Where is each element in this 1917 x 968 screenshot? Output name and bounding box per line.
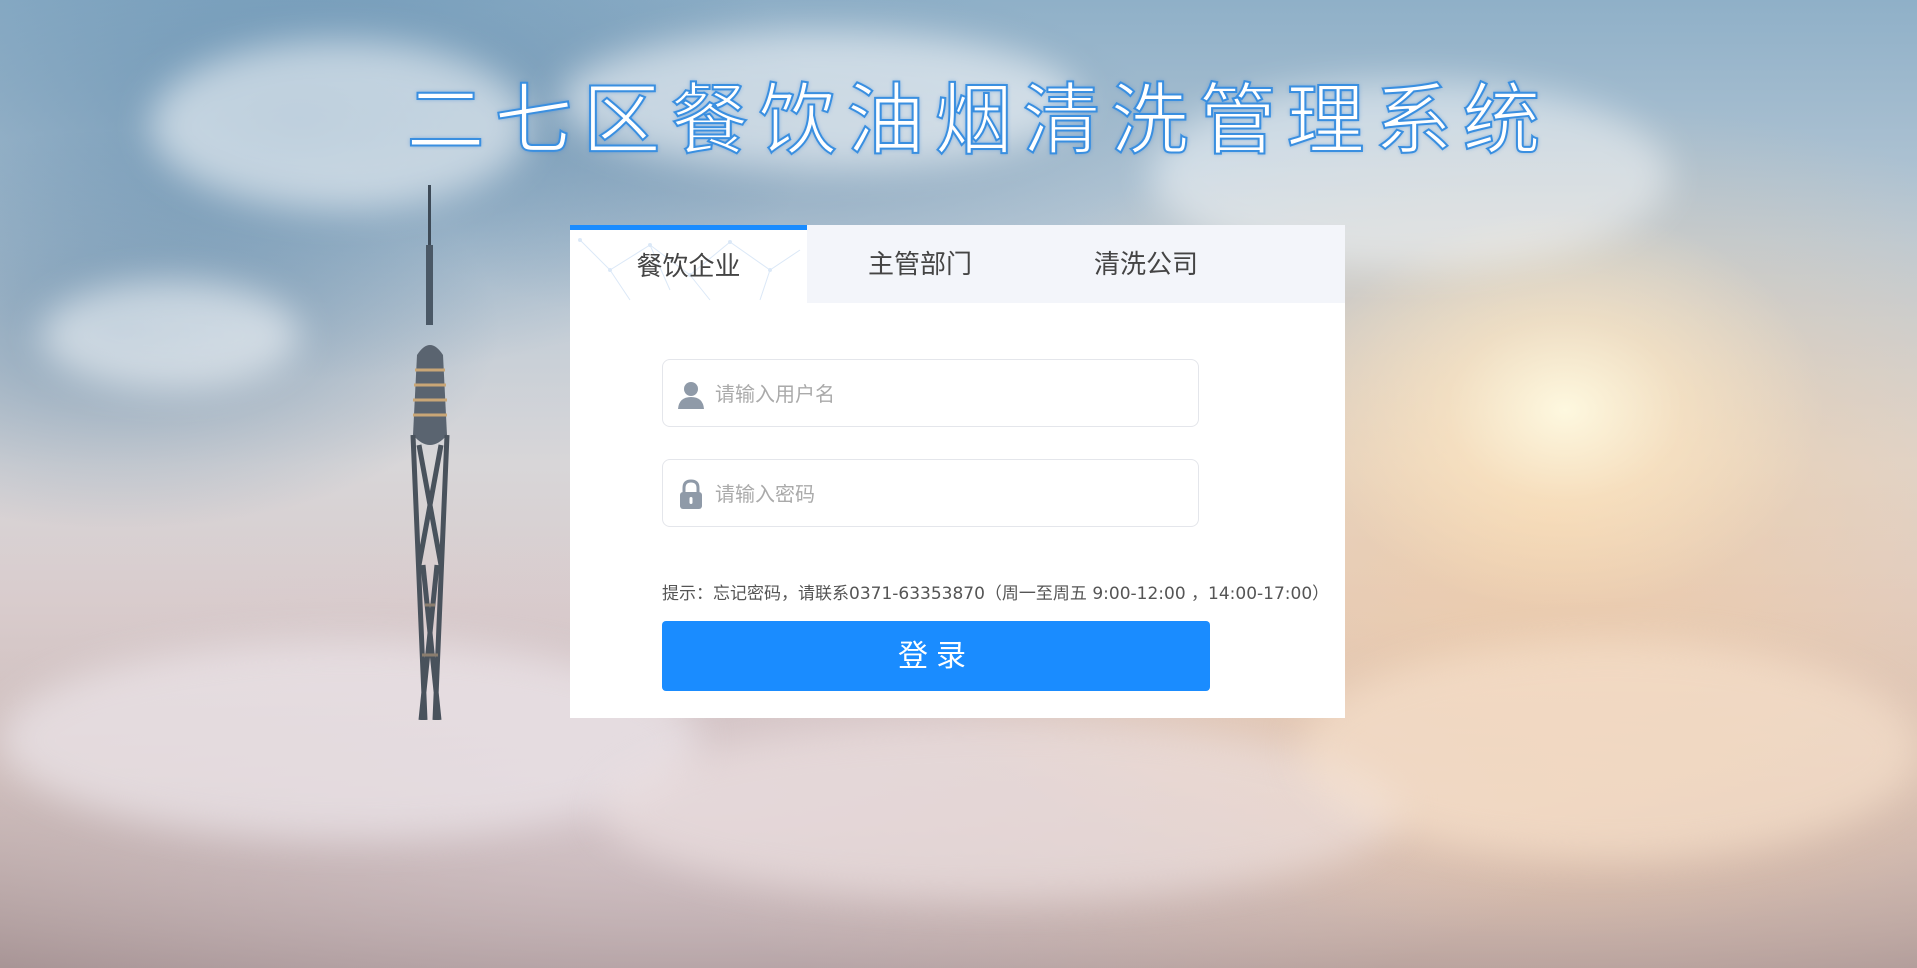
lock-icon — [680, 479, 702, 509]
login-button[interactable]: 登录 — [662, 621, 1210, 691]
tab-supervising-department[interactable]: 主管部门 — [807, 225, 1033, 303]
tab-catering-enterprise[interactable]: 餐饮企业 — [570, 225, 807, 303]
cloud — [40, 280, 300, 390]
tab-cleaning-company[interactable]: 清洗公司 — [1033, 225, 1259, 303]
tab-label: 餐饮企业 — [636, 252, 741, 282]
username-field — [662, 359, 1199, 428]
password-field — [662, 459, 1199, 528]
page-title: 二七区餐饮油烟清洗管理系统 — [405, 75, 1551, 167]
login-panel: 餐饮企业 主管部门 清洗公司 提示：忘记密码，请联系0371-63353870（… — [570, 225, 1345, 718]
username-input[interactable] — [713, 360, 1187, 428]
tab-label: 清洗公司 — [1093, 250, 1198, 280]
tab-bar: 餐饮企业 主管部门 清洗公司 — [570, 225, 1345, 303]
user-icon — [678, 382, 704, 409]
password-input[interactable] — [713, 460, 1187, 528]
cloud — [1300, 640, 1917, 860]
cloud — [600, 720, 1400, 900]
tv-tower-illustration — [410, 185, 450, 720]
forgot-password-hint: 提示：忘记密码，请联系0371-63353870（周一至周五 9:00-12:0… — [662, 584, 1330, 604]
tab-label: 主管部门 — [867, 250, 972, 280]
